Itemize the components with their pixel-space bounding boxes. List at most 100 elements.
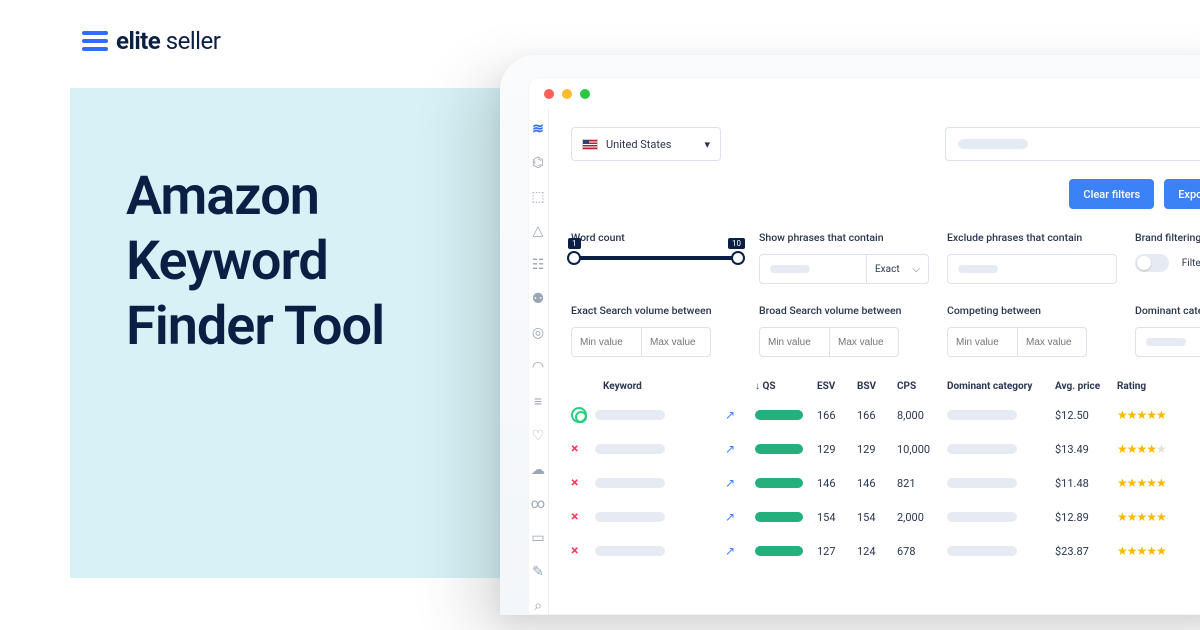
logo-mark-icon: [82, 30, 108, 52]
cell-bsv: 166: [857, 409, 897, 422]
qs-bar: [755, 410, 803, 420]
dominant-category-select[interactable]: ▾: [1135, 327, 1200, 357]
table-row[interactable]: ×↗127124678$23.87★★★★★: [571, 534, 1200, 568]
exact-max-input[interactable]: [641, 327, 711, 357]
minimize-dot-icon: [562, 89, 572, 99]
exclude-phrases-input[interactable]: [947, 254, 1117, 284]
col-rating[interactable]: Rating: [1117, 381, 1200, 392]
cell-price: $11.48: [1055, 477, 1117, 490]
external-link-icon[interactable]: ↗: [725, 476, 735, 490]
cell-rating: ★★★★★: [1117, 544, 1200, 558]
brand-seller: seller: [160, 27, 220, 55]
cell-price: $13.49: [1055, 443, 1117, 456]
status-ok-icon: [571, 407, 587, 423]
external-link-icon[interactable]: ↗: [725, 408, 735, 422]
exclude-phrases-filter: Exclude phrases that contain: [947, 231, 1117, 284]
word-count-filter: Word count 1 10: [571, 231, 741, 284]
table-row[interactable]: ×↗146146821$11.48★★★★★: [571, 466, 1200, 500]
qs-bar: [755, 478, 803, 488]
competing-max-input[interactable]: [1017, 327, 1087, 357]
cell-esv: 166: [817, 409, 857, 422]
sidebar-target-icon[interactable]: ◎: [528, 325, 548, 341]
word-count-slider[interactable]: 1 10: [571, 256, 741, 260]
cell-price: $12.50: [1055, 409, 1117, 422]
filter-brands-toggle[interactable]: [1135, 254, 1169, 272]
keyword-placeholder: [595, 478, 665, 488]
cell-price: $12.89: [1055, 511, 1117, 524]
keyword-placeholder: [595, 546, 665, 556]
sidebar-comment-icon[interactable]: ☁: [528, 462, 548, 478]
domcat-placeholder: [947, 478, 1017, 488]
country-label: United States: [606, 138, 671, 151]
cell-cps: 678: [897, 545, 947, 558]
close-dot-icon: [544, 89, 554, 99]
qs-bar: [755, 546, 803, 556]
sidebar-card-icon[interactable]: ▭: [528, 530, 548, 546]
keyword-placeholder: [595, 444, 665, 454]
brand-filtering-block: Brand filtering Filter brands: [1135, 231, 1200, 284]
col-avgprice[interactable]: Avg. price: [1055, 381, 1117, 392]
table-row[interactable]: ↗1661668,000$12.50★★★★★: [571, 398, 1200, 432]
domcat-placeholder: [947, 512, 1017, 522]
cell-rating: ★★★★★: [1117, 476, 1200, 490]
sidebar-tool-icon[interactable]: ✎: [528, 564, 548, 580]
filter-brands-label: Filter brands: [1182, 258, 1200, 269]
dominant-category-filter: Dominant category ▾: [1135, 304, 1200, 357]
sidebar-home-icon[interactable]: ≋: [528, 121, 548, 137]
exact-min-input[interactable]: [571, 327, 641, 357]
col-esv[interactable]: ESV: [817, 381, 857, 392]
cell-cps: 10,000: [897, 443, 947, 456]
sidebar-chat-icon[interactable]: ◠: [528, 359, 548, 375]
qs-bar: [755, 444, 803, 454]
cell-esv: 154: [817, 511, 857, 524]
status-x-icon: ×: [571, 475, 578, 491]
table-row[interactable]: ×↗1541542,000$12.89★★★★★: [571, 500, 1200, 534]
maximize-dot-icon: [580, 89, 590, 99]
external-link-icon[interactable]: ↗: [725, 544, 735, 558]
sidebar-cart-icon[interactable]: ☷: [528, 257, 548, 273]
sidebar-link-icon[interactable]: ∞: [528, 496, 548, 512]
keyword-placeholder: [595, 410, 665, 420]
cell-bsv: 146: [857, 477, 897, 490]
keyword-placeholder: [595, 512, 665, 522]
sidebar-box-icon[interactable]: ⬚: [528, 189, 548, 205]
sidebar-search-icon[interactable]: ⌕: [528, 598, 548, 614]
domcat-placeholder: [947, 444, 1017, 454]
table-row[interactable]: ×↗12912910,000$13.49★★★★★: [571, 432, 1200, 466]
cell-bsv: 124: [857, 545, 897, 558]
status-x-icon: ×: [571, 543, 578, 559]
us-flag-icon: [582, 139, 598, 150]
cell-cps: 821: [897, 477, 947, 490]
screen: ≋ ⌬ ⬚ △ ☷ ⚉ ◎ ◠ ≡ ♡ ☁ ∞ ▭ ✎ ⌕ ◉: [528, 77, 1200, 615]
sidebar-dashboard-icon[interactable]: ⌬: [528, 155, 548, 171]
hero-line-2: Keyword: [126, 230, 384, 295]
laptop-frame: ≋ ⌬ ⬚ △ ☷ ⚉ ◎ ◠ ≡ ♡ ☁ ∞ ▭ ✎ ⌕ ◉: [500, 55, 1200, 615]
country-select[interactable]: United States ▾: [571, 127, 721, 161]
col-domcat[interactable]: Dominant category: [947, 381, 1055, 392]
exact-volume-filter: Exact Search volume between: [571, 304, 741, 357]
sidebar-layers-icon[interactable]: ≡: [528, 393, 548, 410]
external-link-icon[interactable]: ↗: [725, 510, 735, 524]
chevron-down-icon: ▾: [704, 138, 710, 151]
sidebar-badge-icon[interactable]: ♡: [528, 428, 548, 444]
col-keyword[interactable]: Keyword: [595, 381, 725, 392]
broad-max-input[interactable]: [829, 327, 899, 357]
broad-min-input[interactable]: [759, 327, 829, 357]
sidebar: ≋ ⌬ ⬚ △ ☷ ⚉ ◎ ◠ ≡ ♡ ☁ ∞ ▭ ✎ ⌕ ◉: [528, 109, 549, 615]
col-bsv[interactable]: BSV: [857, 381, 897, 392]
cell-esv: 127: [817, 545, 857, 558]
table-header: Keyword QS ESV BSV CPS Dominant category…: [571, 381, 1200, 398]
match-mode-select[interactable]: Exact: [866, 255, 928, 283]
col-qs[interactable]: QS: [755, 381, 817, 392]
keyword-search-input[interactable]: [945, 127, 1200, 161]
hero-title: Amazon Keyword Finder Tool: [126, 165, 384, 359]
sidebar-users-icon[interactable]: ⚉: [528, 291, 548, 307]
sidebar-bell-icon[interactable]: △: [528, 223, 548, 239]
external-link-icon[interactable]: ↗: [725, 442, 735, 456]
competing-min-input[interactable]: [947, 327, 1017, 357]
export-keywords-button[interactable]: Export Keywords: [1164, 179, 1200, 209]
clear-filters-button[interactable]: Clear filters: [1069, 179, 1154, 209]
broad-volume-filter: Broad Search volume between: [759, 304, 929, 357]
show-phrases-input[interactable]: Exact: [759, 254, 929, 284]
col-cps[interactable]: CPS: [897, 381, 947, 392]
